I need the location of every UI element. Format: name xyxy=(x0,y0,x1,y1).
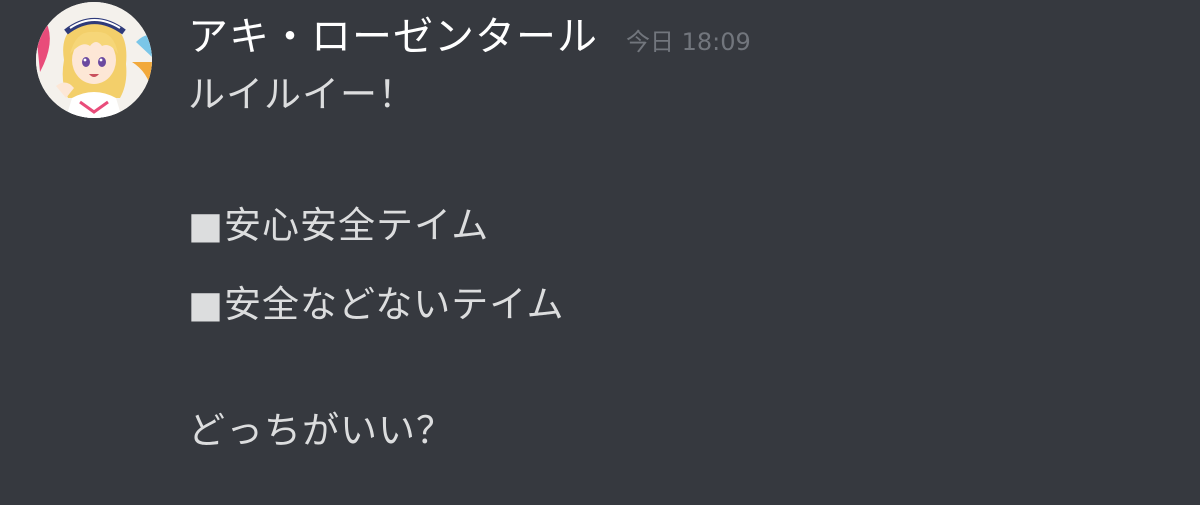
chat-message: アキ・ローゼンタール 今日 18:09 ルイルイー！ ■安心安全テイム ■安全な… xyxy=(0,0,1200,505)
message-line: ■安全などないテイム xyxy=(188,283,565,326)
user-avatar-icon[interactable] xyxy=(36,2,152,118)
timestamp: 今日 18:09 xyxy=(626,28,751,56)
message-line: ■安心安全テイム xyxy=(188,204,490,247)
message-line: どっちがいい？ xyxy=(188,409,454,452)
username[interactable]: アキ・ローゼンタール xyxy=(188,4,598,62)
message-line: ルイルイー！ xyxy=(188,73,416,116)
message-header: アキ・ローゼンタール 今日 18:09 xyxy=(188,4,751,60)
